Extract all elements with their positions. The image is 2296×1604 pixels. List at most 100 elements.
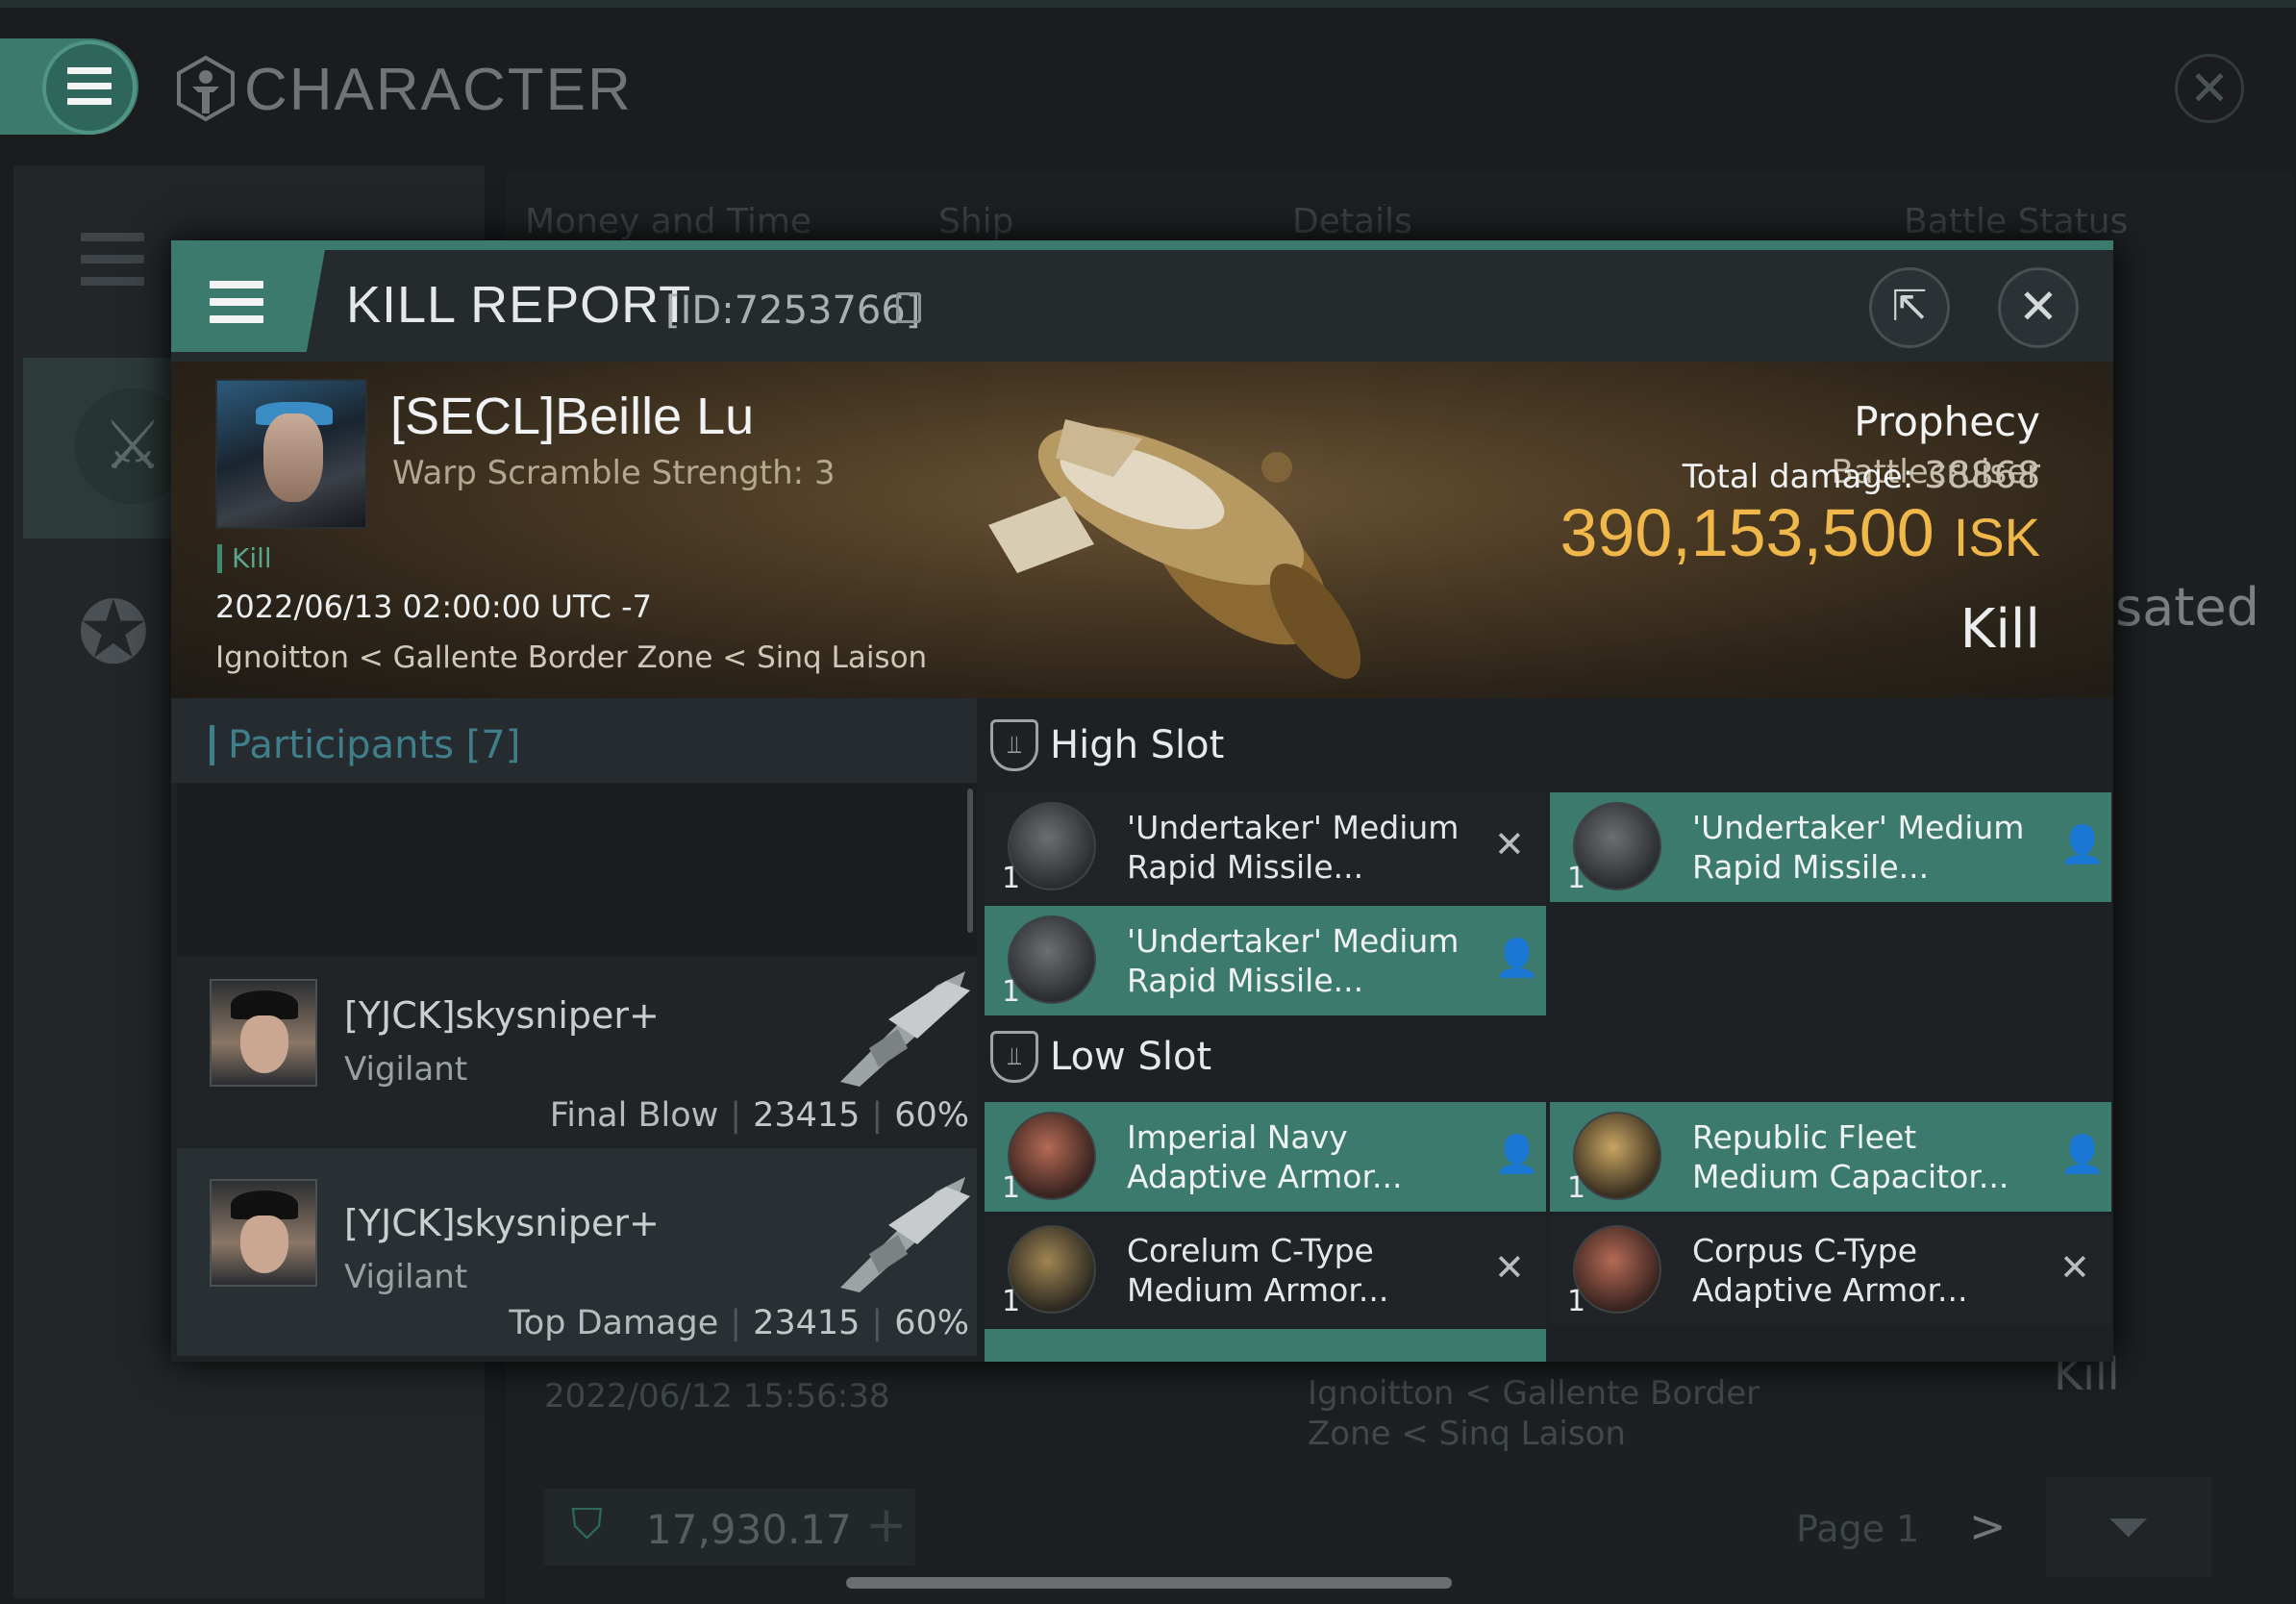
isk-value-line: 390,153,500 ISK bbox=[1517, 494, 2040, 571]
participant-avatar[interactable] bbox=[210, 979, 317, 1087]
module-quantity: 1 bbox=[1002, 1171, 1021, 1205]
window-close-button[interactable]: ✕ bbox=[2175, 54, 2244, 123]
module-quantity: 1 bbox=[1567, 862, 1586, 895]
module-quantity: 1 bbox=[1002, 1285, 1021, 1318]
dropped-person-icon: 👤 bbox=[1494, 1133, 1540, 1175]
module-name: Corpus C-Type Adaptive Armor... bbox=[1692, 1232, 1968, 1309]
participant-stats: Final Blow | 23415 | 60% bbox=[549, 1096, 969, 1135]
isk-value: 390,153,500 bbox=[1560, 495, 1934, 570]
page-indicator: Page 1 bbox=[1796, 1508, 1920, 1550]
close-icon[interactable]: ✕ bbox=[1998, 267, 2079, 348]
kill-result: Kill bbox=[1959, 598, 2040, 661]
victim-portrait[interactable] bbox=[215, 379, 367, 529]
participant-avatar[interactable] bbox=[210, 1179, 317, 1287]
module-quantity: 1 bbox=[1002, 862, 1021, 895]
kill-location: Ignoitton < Gallente Border Zone < Sinq … bbox=[215, 640, 928, 675]
bg-status-partial: sated bbox=[2115, 577, 2259, 638]
participant-row[interactable]: [YJCK]skysniper+ Vigilant Top Damage | 234… bbox=[177, 1148, 977, 1356]
character-icon bbox=[177, 56, 235, 121]
armor-hardener-icon bbox=[1573, 1225, 1661, 1314]
dialog-accent-line bbox=[171, 240, 2113, 250]
participant-ship-image bbox=[840, 971, 970, 1087]
participant-percent: 60% bbox=[894, 1096, 969, 1135]
low-slot-label: Low Slot bbox=[1050, 1035, 1212, 1079]
destroyed-icon: ✕ bbox=[1494, 1246, 1525, 1289]
capacitor-icon bbox=[1573, 1112, 1661, 1200]
module-item[interactable]: 1 'Undertaker' Medium Rapid Missile... 👤 bbox=[1550, 792, 2111, 902]
module-item[interactable]: 1 'Undertaker' Medium Rapid Missile... ✕ bbox=[985, 792, 1546, 902]
bg-row-date: 2022/06/12 15:56:38 bbox=[544, 1377, 890, 1416]
participant-role: Top Damage bbox=[509, 1304, 719, 1342]
victim-banner: [SECL]Beille Lu Warp Scramble Strength: … bbox=[171, 362, 2113, 698]
participant-row[interactable]: [YJCK]skysniper+ Vigilant Final Blow | 234… bbox=[177, 956, 977, 1148]
participant-stats: Top Damage | 23415 | 60% bbox=[509, 1304, 969, 1342]
destroyed-icon: ✕ bbox=[1494, 823, 1525, 865]
dialog-menu-button[interactable] bbox=[171, 250, 325, 352]
kill-tag: Kill bbox=[217, 544, 272, 573]
module-item[interactable]: 1 'Undertaker' Medium Rapid Missile... 👤 bbox=[985, 906, 1546, 1015]
participant-ship: Vigilant bbox=[344, 1258, 468, 1296]
total-damage-value: 38868 bbox=[1924, 454, 2040, 496]
module-quantity: 1 bbox=[1567, 1171, 1586, 1205]
sidebar-menu-icon[interactable] bbox=[81, 233, 144, 299]
total-damage-label: Total damage: bbox=[1682, 458, 1914, 496]
missile-launcher-icon bbox=[1008, 802, 1096, 890]
module-item[interactable]: 1 Republic Fleet Medium Capacitor... 👤 bbox=[1550, 1102, 2111, 1212]
isk-unit: ISK bbox=[1953, 507, 2040, 567]
participants-list bbox=[177, 783, 977, 956]
wallet-balance: 17,930.17 bbox=[646, 1506, 852, 1553]
armor-repairer-icon bbox=[1008, 1225, 1096, 1314]
isk-icon: ⛉ bbox=[571, 1500, 603, 1549]
dropped-person-icon: 👤 bbox=[1494, 937, 1540, 979]
module-quantity: 1 bbox=[1002, 975, 1021, 1009]
column-header-battle-status[interactable]: Battle Status bbox=[1904, 202, 2128, 241]
participant-name: [YJCK]skysniper+ bbox=[344, 994, 660, 1037]
module-item[interactable]: 1 Corpus C-Type Adaptive Armor... ✕ bbox=[1550, 1216, 2111, 1325]
participant-ship: Vigilant bbox=[344, 1050, 468, 1089]
dropped-person-icon: 👤 bbox=[2059, 1133, 2106, 1175]
high-slot-header: ⫫ High Slot bbox=[977, 698, 1721, 794]
next-page-button[interactable]: > bbox=[1969, 1500, 2007, 1552]
module-item-partial[interactable] bbox=[985, 1329, 1546, 1362]
kill-report-dialog: KILL REPORT [ID:7253766] ⇱ ✕ [SECL]Beill… bbox=[171, 240, 2113, 1362]
missile-launcher-icon bbox=[1573, 802, 1661, 890]
victim-ship-image[interactable] bbox=[950, 381, 1450, 689]
participants-scrollbar[interactable] bbox=[967, 789, 973, 933]
column-header-ship[interactable]: Ship bbox=[938, 202, 1014, 241]
module-item[interactable]: 1 Corelum C-Type Medium Armor... ✕ bbox=[985, 1216, 1546, 1325]
kill-date: 2022/06/13 02:00:00 UTC -7 bbox=[215, 589, 653, 625]
filter-icon[interactable]: ⏷ bbox=[2046, 1477, 2211, 1577]
bg-row-location: Ignoitton < Gallente Border Zone < Sinq … bbox=[1308, 1374, 1760, 1453]
total-damage-line: Total damage: 38868 bbox=[1627, 454, 2040, 496]
module-name: 'Undertaker' Medium Rapid Missile... bbox=[1127, 809, 1460, 886]
participant-damage: 23415 bbox=[753, 1304, 861, 1342]
module-item[interactable]: 1 Imperial Navy Adaptive Armor... 👤 bbox=[985, 1102, 1546, 1212]
share-icon[interactable]: ⇱ bbox=[1869, 267, 1950, 348]
armor-hardener-icon bbox=[1008, 1112, 1096, 1200]
copy-icon[interactable] bbox=[896, 292, 921, 323]
top-accent-line bbox=[0, 0, 2296, 8]
participant-percent: 60% bbox=[894, 1304, 969, 1342]
participant-damage: 23415 bbox=[753, 1096, 861, 1135]
hamburger-icon bbox=[67, 67, 112, 113]
module-quantity: 1 bbox=[1567, 1285, 1586, 1318]
column-header-money-time[interactable]: Money and Time bbox=[525, 202, 811, 241]
victim-name[interactable]: [SECL]Beille Lu bbox=[390, 387, 754, 446]
module-name: 'Undertaker' Medium Rapid Missile... bbox=[1692, 809, 2025, 886]
main-menu-button[interactable] bbox=[0, 38, 138, 135]
module-name: 'Undertaker' Medium Rapid Missile... bbox=[1127, 922, 1460, 999]
add-isk-button[interactable]: + bbox=[865, 1496, 908, 1554]
warp-scramble-strength: Warp Scramble Strength: 3 bbox=[392, 454, 836, 492]
window-title: CHARACTER bbox=[244, 57, 633, 123]
module-name: Corelum C-Type Medium Armor... bbox=[1127, 1232, 1389, 1309]
hamburger-icon bbox=[210, 281, 263, 333]
ship-name[interactable]: Prophecy bbox=[1854, 398, 2040, 445]
column-header-details[interactable]: Details bbox=[1292, 202, 1412, 241]
participants-label: Participants [7] bbox=[210, 725, 520, 765]
participant-ship-image bbox=[840, 1177, 970, 1292]
home-indicator bbox=[846, 1577, 1452, 1589]
missile-launcher-icon bbox=[1008, 915, 1096, 1004]
star-badge-icon[interactable]: ✪ bbox=[60, 575, 167, 692]
high-slot-icon: ⫫ bbox=[990, 719, 1038, 771]
participant-name: [YJCK]skysniper+ bbox=[344, 1202, 660, 1244]
